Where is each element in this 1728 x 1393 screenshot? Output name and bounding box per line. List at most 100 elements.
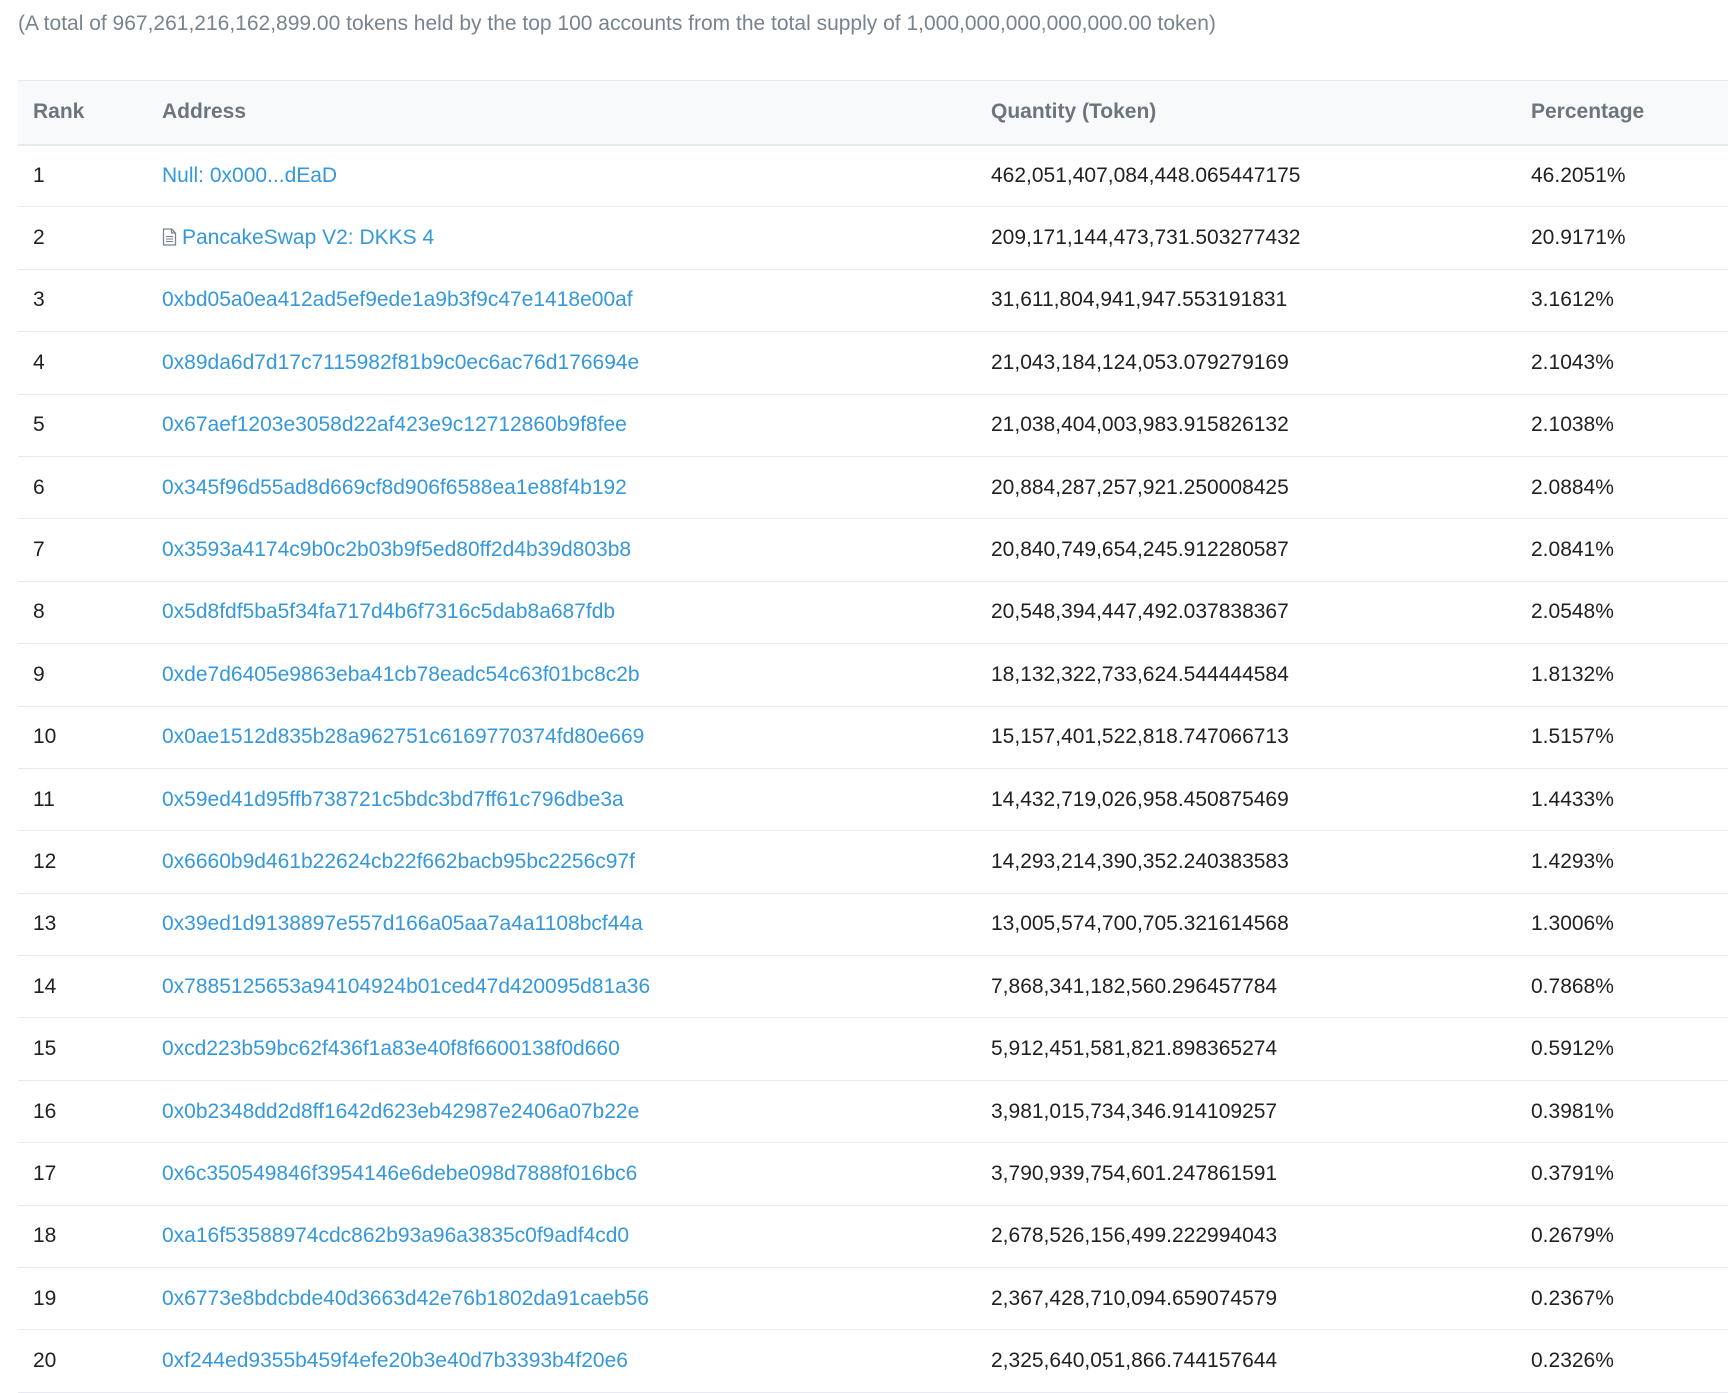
percentage-cell: 2.0548%: [1531, 600, 1614, 624]
percentage-cell: 2.1043%: [1531, 350, 1614, 374]
quantity-cell: 13,005,574,700,705.321614568: [991, 912, 1289, 936]
table-header: Rank Address Quantity (Token) Percentage: [18, 80, 1728, 146]
rank-cell: 13: [33, 912, 57, 936]
address-cell: 0x6660b9d461b22624cb22f662bacb95bc2256c9…: [147, 831, 976, 893]
column-header-rank: Rank: [18, 80, 147, 146]
quantity-cell: 20,884,287,257,921.250008425: [991, 475, 1289, 499]
table-row: 10 0x0ae1512d835b28a962751c6169770374fd80…: [18, 706, 1728, 769]
address-cell: 0xbd05a0ea412ad5ef9ede1a9b3f9c47e1418e00…: [147, 269, 976, 331]
table-row: 4 0x89da6d7d17c7115982f81b9c0ec6ac76d1766…: [18, 332, 1728, 395]
quantity-cell: 20,840,749,654,245.912280587: [991, 538, 1289, 562]
quantity-cell: 21,043,184,124,053.079279169: [991, 350, 1289, 374]
rank-cell: 9: [33, 662, 45, 686]
percentage-cell: 0.5912%: [1531, 1037, 1614, 1061]
holder-address-link[interactable]: 0xde7d6405e9863eba41cb78eadc54c63f01bc8c…: [162, 663, 640, 686]
quantity-cell: 5,912,451,581,821.898365274: [991, 1037, 1278, 1061]
percentage-cell: 1.8132%: [1531, 662, 1614, 686]
rank-cell: 14: [33, 974, 57, 998]
holder-address-link[interactable]: 0x6c350549846f3954146e6debe098d7888f016b…: [162, 1162, 637, 1185]
quantity-cell: 3,981,015,734,346.914109257: [991, 1099, 1278, 1123]
table-row: 12 0x6660b9d461b22624cb22f662bacb95bc2256…: [18, 831, 1728, 894]
quantity-cell: 7,868,341,182,560.296457784: [991, 974, 1278, 998]
percentage-cell: 1.5157%: [1531, 725, 1614, 749]
address-cell: 0x3593a4174c9b0c2b03b9f5ed80ff2d4b39d803…: [147, 519, 976, 581]
table-row: 18 0xa16f53588974cdc862b93a96a3835c0f9adf…: [18, 1205, 1728, 1268]
holders-table-container: Rank Address Quantity (Token) Percentage…: [18, 80, 1728, 1393]
percentage-cell: 0.3981%: [1531, 1099, 1614, 1123]
address-cell: 0xa16f53588974cdc862b93a96a3835c0f9adf4c…: [147, 1205, 976, 1267]
percentage-cell: 2.0884%: [1531, 475, 1614, 499]
quantity-cell: 20,548,394,447,492.037838367: [991, 600, 1289, 624]
percentage-cell: 0.2367%: [1531, 1286, 1614, 1310]
holder-address-link[interactable]: 0x0ae1512d835b28a962751c6169770374fd80e6…: [162, 725, 644, 748]
rank-cell: 6: [33, 475, 45, 499]
holder-address-link[interactable]: Null: 0x000...dEaD: [162, 164, 337, 187]
percentage-cell: 1.4433%: [1531, 787, 1614, 811]
table-row: 7 0x3593a4174c9b0c2b03b9f5ed80ff2d4b39d80…: [18, 519, 1728, 582]
holder-address-link[interactable]: 0xf244ed9355b459f4efe20b3e40d7b3393b4f20…: [162, 1349, 628, 1372]
holder-address-link[interactable]: 0x3593a4174c9b0c2b03b9f5ed80ff2d4b39d803…: [162, 538, 631, 561]
address-cell: 0x89da6d7d17c7115982f81b9c0ec6ac76d17669…: [147, 332, 976, 394]
rank-cell: 17: [33, 1161, 57, 1185]
holder-address-link[interactable]: 0x5d8fdf5ba5f34fa717d4b6f7316c5dab8a687f…: [162, 600, 615, 623]
contract-document-icon: [162, 228, 177, 246]
quantity-cell: 209,171,144,473,731.503277432: [991, 226, 1301, 250]
holder-address-link[interactable]: 0x39ed1d9138897e557d166a05aa7a4a1108bcf4…: [162, 912, 643, 935]
rank-cell: 20: [33, 1349, 57, 1373]
holder-address-link[interactable]: 0xbd05a0ea412ad5ef9ede1a9b3f9c47e1418e00…: [162, 288, 633, 311]
column-header-percentage: Percentage: [1516, 80, 1728, 146]
holder-address-link[interactable]: 0xcd223b59bc62f436f1a83e40f8f6600138f0d6…: [162, 1037, 620, 1060]
holder-address-link[interactable]: 0x59ed41d95ffb738721c5bdc3bd7ff61c796dbe…: [162, 788, 624, 811]
table-row: 13 0x39ed1d9138897e557d166a05aa7a4a1108bc…: [18, 893, 1728, 956]
rank-cell: 16: [33, 1099, 57, 1123]
holder-address-link[interactable]: PancakeSwap V2: DKKS 4: [182, 226, 434, 249]
percentage-cell: 0.3791%: [1531, 1161, 1614, 1185]
percentage-cell: 2.0841%: [1531, 538, 1614, 562]
percentage-cell: 0.7868%: [1531, 974, 1614, 998]
quantity-cell: 21,038,404,003,983.915826132: [991, 413, 1289, 437]
table-row: 5 0x67aef1203e3058d22af423e9c12712860b9f8…: [18, 394, 1728, 457]
holder-address-link[interactable]: 0x89da6d7d17c7115982f81b9c0ec6ac76d17669…: [162, 351, 639, 374]
table-row: 19 0x6773e8bdcbde40d3663d42e76b1802da91ca…: [18, 1268, 1728, 1330]
rank-cell: 7: [33, 538, 45, 562]
column-header-address: Address: [147, 80, 976, 146]
holder-address-link[interactable]: 0x6660b9d461b22624cb22f662bacb95bc2256c9…: [162, 850, 635, 873]
address-cell: 0x7885125653a94104924b01ced47d420095d81a…: [147, 956, 976, 1018]
column-header-quantity: Quantity (Token): [976, 80, 1516, 146]
holder-address-link[interactable]: 0x345f96d55ad8d669cf8d906f6588ea1e88f4b1…: [162, 476, 627, 499]
table-row: 17 0x6c350549846f3954146e6debe098d7888f01…: [18, 1143, 1728, 1206]
percentage-cell: 2.1038%: [1531, 413, 1614, 437]
table-row: 3 0xbd05a0ea412ad5ef9ede1a9b3f9c47e1418e0…: [18, 269, 1728, 332]
quantity-cell: 31,611,804,941,947.553191831: [991, 288, 1288, 312]
quantity-cell: 2,367,428,710,094.659074579: [991, 1286, 1278, 1310]
table-row: 9 0xde7d6405e9863eba41cb78eadc54c63f01bc8…: [18, 644, 1728, 707]
quantity-cell: 14,293,214,390,352.240383583: [991, 849, 1289, 873]
holder-address-link[interactable]: 0x67aef1203e3058d22af423e9c12712860b9f8f…: [162, 413, 627, 436]
holder-address-link[interactable]: 0xa16f53588974cdc862b93a96a3835c0f9adf4c…: [162, 1224, 629, 1247]
address-cell: 0x0b2348dd2d8ff1642d623eb42987e2406a07b2…: [147, 1080, 976, 1142]
quantity-cell: 2,678,526,156,499.222994043: [991, 1224, 1278, 1248]
percentage-cell: 20.9171%: [1531, 226, 1626, 250]
holder-address-link[interactable]: 0x7885125653a94104924b01ced47d420095d81a…: [162, 975, 650, 998]
rank-cell: 12: [33, 849, 57, 873]
token-holders-table: Rank Address Quantity (Token) Percentage…: [18, 80, 1728, 1393]
percentage-cell: 3.1612%: [1531, 288, 1614, 312]
holder-address-link[interactable]: 0x0b2348dd2d8ff1642d623eb42987e2406a07b2…: [162, 1100, 639, 1123]
quantity-cell: 2,325,640,051,866.744157644: [991, 1349, 1278, 1373]
table-row: 16 0x0b2348dd2d8ff1642d623eb42987e2406a07…: [18, 1080, 1728, 1143]
address-cell: Null: 0x000...dEaD: [147, 145, 976, 207]
address-cell: 0x39ed1d9138897e557d166a05aa7a4a1108bcf4…: [147, 893, 976, 955]
address-cell: 0x345f96d55ad8d669cf8d906f6588ea1e88f4b1…: [147, 456, 976, 518]
quantity-cell: 3,790,939,754,601.247861591: [991, 1161, 1278, 1185]
percentage-cell: 46.2051%: [1531, 163, 1626, 187]
table-row: 14 0x7885125653a94104924b01ced47d420095d8…: [18, 956, 1728, 1018]
rank-cell: 1: [33, 163, 45, 187]
address-cell: 0x6773e8bdcbde40d3663d42e76b1802da91caeb…: [147, 1268, 976, 1330]
address-cell: 0xcd223b59bc62f436f1a83e40f8f6600138f0d6…: [147, 1018, 976, 1080]
address-cell: PancakeSwap V2: DKKS 4: [147, 207, 976, 269]
percentage-cell: 0.2679%: [1531, 1224, 1614, 1248]
table-row: 15 0xcd223b59bc62f436f1a83e40f8f6600138f0…: [18, 1018, 1728, 1081]
holder-address-link[interactable]: 0x6773e8bdcbde40d3663d42e76b1802da91caeb…: [162, 1287, 649, 1310]
table-row: 11 0x59ed41d95ffb738721c5bdc3bd7ff61c796d…: [18, 768, 1728, 831]
rank-cell: 3: [33, 288, 45, 312]
